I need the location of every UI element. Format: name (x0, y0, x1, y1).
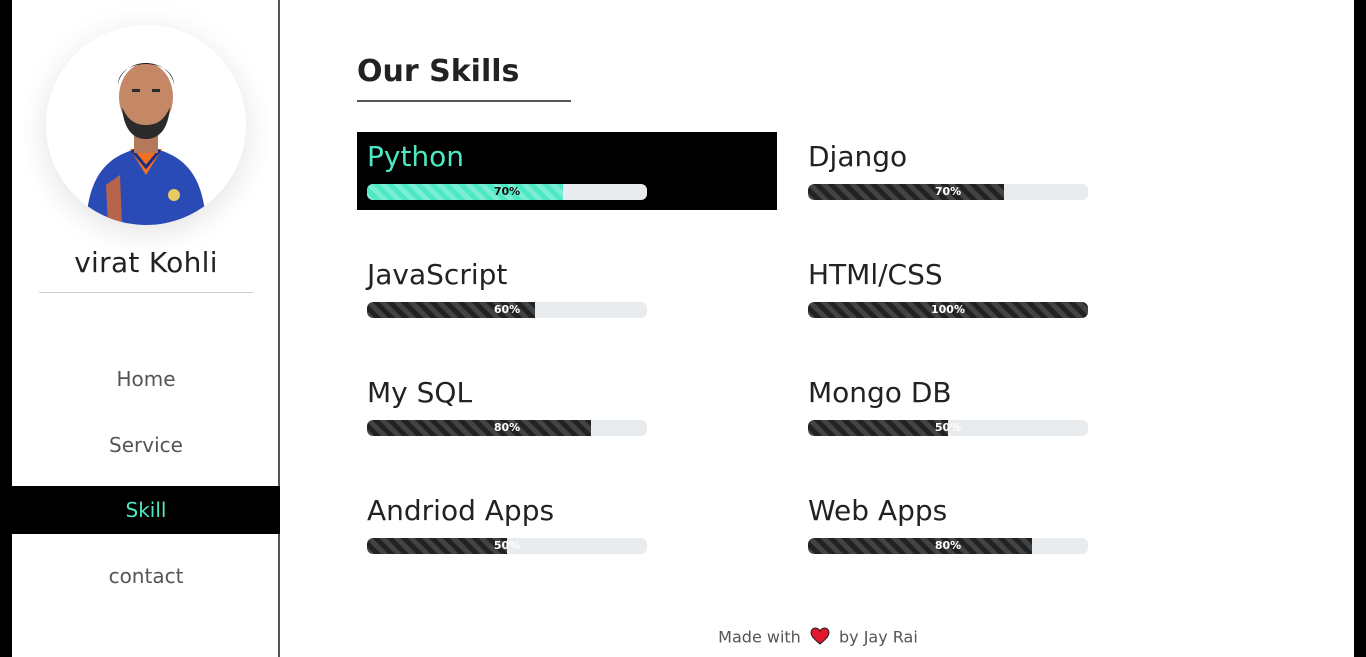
skill-card-mysql[interactable]: My SQL 80% (357, 368, 777, 446)
skill-card-django[interactable]: Django 70% (798, 132, 1218, 210)
progress-bar: 50% (808, 420, 1088, 436)
page-frame: virat Kohli Home Service Skill contact O… (12, 0, 1354, 657)
progress-label: 50% (934, 421, 962, 434)
nav-home[interactable]: Home (12, 355, 280, 403)
section-title: Our Skills (357, 54, 520, 89)
profile-name: virat Kohli (74, 246, 218, 279)
progress-label: 60% (493, 303, 521, 316)
progress-label: 80% (934, 539, 962, 552)
skill-name: Django (808, 140, 908, 173)
skill-name: HTMl/CSS (808, 258, 943, 291)
progress-label: 80% (493, 421, 521, 434)
skill-card-html-css[interactable]: HTMl/CSS 100% (798, 250, 1218, 328)
skill-card-android-apps[interactable]: Andriod Apps 50% (357, 486, 777, 564)
progress-bar: 60% (367, 302, 647, 318)
progress-bar: 100% (808, 302, 1088, 318)
sidebar: virat Kohli Home Service Skill contact (12, 0, 280, 657)
title-underline (357, 100, 571, 102)
nav-skill[interactable]: Skill (12, 486, 280, 534)
avatar (46, 25, 246, 225)
nav-service[interactable]: Service (12, 421, 280, 469)
footer-suffix: by Jay Rai (839, 627, 918, 647)
nav-contact[interactable]: contact (12, 552, 280, 600)
name-divider (39, 292, 253, 293)
progress-bar: 80% (808, 538, 1088, 554)
footer-prefix: Made with (718, 627, 801, 647)
progress-label: 100% (931, 303, 965, 316)
skill-name: Andriod Apps (367, 494, 555, 527)
skill-name: Web Apps (808, 494, 948, 527)
progress-bar: 50% (367, 538, 647, 554)
skill-name: My SQL (367, 376, 473, 409)
heart-icon (810, 627, 830, 649)
main-content: Our Skills Python 70% Django 70% JavaScr… (282, 0, 1354, 657)
progress-label: 70% (493, 185, 521, 198)
progress-label: 50% (493, 539, 521, 552)
skill-name: Mongo DB (808, 376, 952, 409)
skill-card-mongodb[interactable]: Mongo DB 50% (798, 368, 1218, 446)
skill-name: Python (367, 140, 465, 173)
profile-photo (46, 25, 246, 225)
progress-bar: 80% (367, 420, 647, 436)
skill-card-python[interactable]: Python 70% (357, 132, 777, 210)
footer: Made with by Jay Rai (282, 627, 1354, 649)
skill-card-web-apps[interactable]: Web Apps 80% (798, 486, 1218, 564)
progress-bar: 70% (808, 184, 1088, 200)
skill-card-javascript[interactable]: JavaScript 60% (357, 250, 777, 328)
progress-bar: 70% (367, 184, 647, 200)
progress-label: 70% (934, 185, 962, 198)
skill-name: JavaScript (367, 258, 508, 291)
